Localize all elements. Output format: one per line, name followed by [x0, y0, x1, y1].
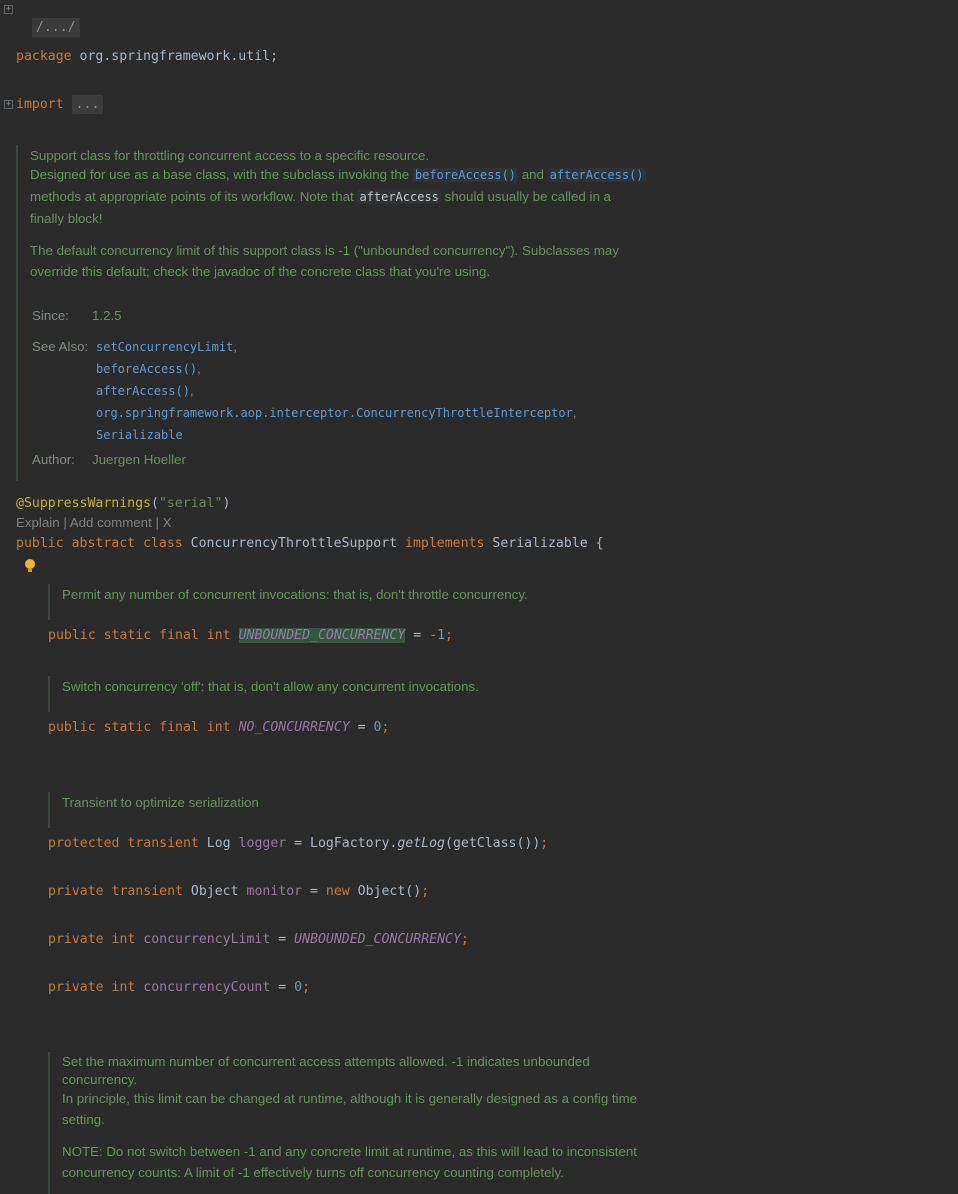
author-row: Author: Juergen Hoeller	[30, 449, 696, 471]
see-also-link[interactable]: Serializable	[96, 428, 183, 442]
doc-line: Designed for use as a base class, with t…	[30, 167, 646, 182]
highlighted-identifier: UNBOUNDED_CONCURRENCY	[238, 628, 406, 643]
doc-line: Set the maximum number of concurrent acc…	[62, 1054, 590, 1069]
doc-line: finally block!	[30, 211, 103, 226]
field-javadoc: Transient to optimize serialization	[48, 792, 648, 828]
doc-line: concurrency counts: A limit of -1 effect…	[62, 1165, 564, 1180]
see-also-list: setConcurrencyLimit, beforeAccess(), aft…	[96, 339, 577, 442]
field-concurrency-limit: private int concurrencyLimit = UNBOUNDED…	[48, 932, 469, 947]
suppress-warnings-annotation: @SuppressWarnings("serial")	[16, 496, 231, 511]
class-javadoc: Support class for throttling concurrent …	[16, 145, 696, 481]
doc-line: concurrency.	[62, 1072, 138, 1087]
import-folded-block[interactable]: ...	[71, 95, 104, 114]
doc-line: In principle, this limit can be changed …	[62, 1091, 638, 1106]
package-name: org.springframework.util;	[71, 49, 279, 64]
doc-line: Switch concurrency 'off': that is, don't…	[62, 679, 479, 694]
close-hint-button[interactable]: X	[163, 515, 172, 530]
field-monitor: private transient Object monitor = new O…	[48, 884, 430, 899]
add-comment-link[interactable]: Add comment	[70, 515, 152, 530]
see-also-block: See Also: setConcurrencyLimit, beforeAcc…	[30, 336, 696, 444]
author-value: Juergen Hoeller	[92, 452, 186, 467]
code-afterAccess: afterAccess	[357, 190, 441, 204]
doc-line: The default concurrency limit of this su…	[30, 243, 619, 258]
field-no-concurrency: public static final int NO_CONCURRENCY =…	[48, 720, 390, 735]
doc-line: setting.	[62, 1112, 105, 1127]
doc-line: Permit any number of concurrent invocati…	[62, 587, 528, 602]
field-logger: protected transient Log logger = LogFact…	[48, 836, 549, 851]
import-fold-icon[interactable]: +	[4, 100, 13, 109]
since-label: Since:	[32, 308, 69, 323]
since-value: 1.2.5	[92, 308, 122, 323]
explain-link[interactable]: Explain	[16, 515, 60, 530]
see-also-label: See Also:	[32, 339, 89, 354]
doc-line: Transient to optimize serialization	[62, 795, 259, 810]
author-label: Author:	[32, 452, 75, 467]
doc-line: Support class for throttling concurrent …	[30, 148, 430, 163]
folded-path[interactable]: /.../	[31, 18, 80, 37]
lightbulb-icon[interactable]	[25, 559, 35, 572]
field-concurrency-count: private int concurrencyCount = 0;	[48, 980, 311, 995]
field-javadoc: Permit any number of concurrent invocati…	[48, 584, 648, 620]
see-also-link[interactable]: afterAccess()	[96, 384, 190, 398]
folded-header-comment[interactable]: /.../	[16, 1, 80, 37]
package-declaration: package org.springframework.util;	[16, 48, 278, 66]
see-also-link[interactable]: setConcurrencyLimit	[96, 340, 233, 354]
since-row: Since: 1.2.5	[30, 305, 696, 327]
field-javadoc: Switch concurrency 'off': that is, don't…	[48, 676, 648, 712]
fold-toggle-icon[interactable]: +	[4, 5, 13, 14]
see-also-link[interactable]: beforeAccess()	[96, 362, 197, 376]
doc-line: override this default; check the javadoc…	[30, 264, 491, 279]
package-keyword: package	[16, 49, 72, 64]
field-unbounded-concurrency: public static final int UNBOUNDED_CONCUR…	[48, 628, 453, 643]
doc-line: NOTE: Do not switch between -1 and any c…	[62, 1144, 637, 1159]
method-javadoc: Set the maximum number of concurrent acc…	[48, 1052, 708, 1194]
import-keyword: import	[16, 97, 64, 112]
link-beforeAccess[interactable]: beforeAccess()	[412, 168, 519, 182]
doc-line: methods at appropriate points of its wor…	[30, 189, 611, 204]
ai-hint-bar: Explain | Add comment | X	[16, 515, 172, 530]
class-declaration: public abstract class ConcurrencyThrottl…	[16, 536, 604, 551]
import-declaration: import ...	[16, 95, 104, 114]
see-also-link[interactable]: org.springframework.aop.interceptor.Conc…	[96, 406, 573, 420]
link-afterAccess[interactable]: afterAccess()	[547, 168, 646, 182]
